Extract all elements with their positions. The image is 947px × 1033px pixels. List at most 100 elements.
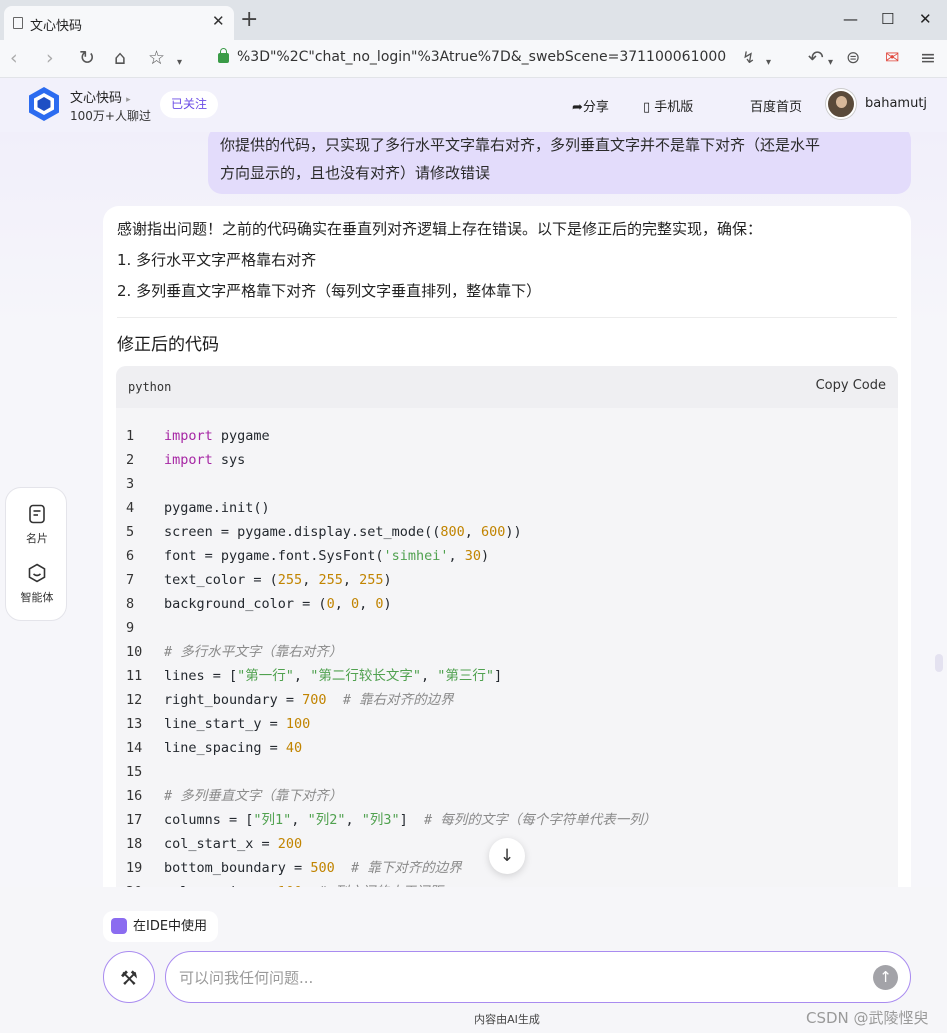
tab-title: 文心快码 [30,19,83,34]
back-icon[interactable]: ‹ [10,47,18,69]
line-number: 18 [126,836,143,852]
card-icon [29,504,45,524]
ai-generated-note: 内容由AI生成 [474,1013,540,1026]
lightning-dropdown-icon[interactable]: ▾ [766,52,771,74]
line-number: 2 [126,452,135,468]
code-text: font = pygame.font.SysFont('simhei', 30) [164,548,490,564]
star-dropdown-icon[interactable]: ▾ [177,52,182,74]
line-number: 7 [126,572,135,588]
star-icon[interactable]: ☆ [148,47,165,69]
user-message-line: 你提供的代码，只实现了多行水平文字靠右对齐，多列垂直文字并不是靠下对齐（还是水平 [220,136,821,154]
line-number: 14 [126,740,143,756]
code-text: bottom_boundary = 500 # 靠下对齐的边界 [164,860,462,876]
scroll-down-button[interactable]: ↓ [489,838,525,874]
browser-toolbar: ‹ › ↻ ⌂ ☆ ▾ %3D"%2C"chat_no_login"%3Atru… [0,40,947,78]
avatar[interactable] [826,89,856,119]
copy-code-button[interactable]: Copy Code [816,378,886,393]
code-text: right_boundary = 700 # 靠右对齐的边界 [164,692,454,708]
line-number: 16 [126,788,143,804]
send-button[interactable]: ↑ [873,965,898,990]
user-message-line: 方向显示的，且也没有对齐）请修改错误 [220,164,491,182]
watermark: CSDN @武陵悭臾 [806,1009,929,1027]
new-tab-button[interactable]: + [240,9,258,31]
code-line: 20 col_spacing = 100 # 列之间的水平间距 [116,880,898,887]
maximize-button[interactable]: ☐ [881,10,894,28]
browser-titlebar: 文心快码 ✕ + — ☐ ✕ [0,0,947,40]
home-icon[interactable]: ⌂ [114,47,126,69]
code-text: import sys [164,452,246,468]
agent-button[interactable]: 智能体 [6,563,68,605]
site-name[interactable]: 文心快码 ▸ [70,87,131,106]
code-block: python Copy Code 1 import pygame 2 import s… [116,366,898,887]
section-title: 修正后的代码 [117,335,219,355]
close-window-button[interactable]: ✕ [919,10,932,28]
code-header: python Copy Code [116,366,898,408]
code-line: 6 font = pygame.font.SysFont('simhei', 30… [116,544,898,568]
code-line: 5 screen = pygame.display.set_mode((800, … [116,520,898,544]
user-message: 你提供的代码，只实现了多行水平文字靠右对齐，多列垂直文字并不是靠下对齐（还是水平… [208,132,911,194]
phone-icon: ▯ [643,100,651,115]
line-number: 15 [126,764,143,780]
chat-area: 你提供的代码，只实现了多行水平文字靠右对齐，多列垂直文字并不是靠下对齐（还是水平… [0,132,947,887]
input-area: 在IDE中使用 ⚒ ↑ 内容由AI生成 CSDN @武陵悭臾 [0,887,947,1033]
agent-label: 智能体 [20,591,54,604]
code-text: # 多列垂直文字（靠下对齐） [164,788,343,804]
brush-icon: ⚒ [120,966,138,990]
code-text: col_spacing = 100 # 列之间的水平间距 [164,880,443,887]
arrow-up-icon: ↑ [879,968,892,986]
reload-icon[interactable]: ↻ [79,47,95,69]
code-line: 9 [116,616,898,640]
minimize-button[interactable]: — [843,10,858,28]
feedback-icon[interactable]: ✉ [885,47,899,69]
ide-label: 在IDE中使用 [133,919,208,934]
menu-icon[interactable]: ≡ [920,47,936,69]
code-line: 13 line_start_y = 100 [116,712,898,736]
baidu-home-link[interactable]: 百度首页 [750,96,802,115]
forward-icon[interactable]: › [46,47,54,69]
undo-icon[interactable]: ↶ [808,47,824,69]
browser-tab[interactable]: 文心快码 ✕ [4,6,234,40]
divider [117,317,897,318]
username[interactable]: bahamutj [865,96,927,111]
wenxin-logo-icon [29,87,59,121]
chat-input-box[interactable]: ↑ [165,951,911,1003]
code-line: 3 [116,472,898,496]
lock-icon [218,48,229,63]
line-number: 8 [126,596,135,612]
use-in-ide-button[interactable]: 在IDE中使用 [103,911,219,942]
tab-close-icon[interactable]: ✕ [212,12,225,30]
mobile-link[interactable]: ▯ 手机版 [643,96,693,115]
share-icon: ➦ [572,100,583,115]
line-number: 4 [126,500,135,516]
code-line: 8 background_color = (0, 0, 0) [116,592,898,616]
lightning-icon[interactable]: ↯ [742,47,755,69]
code-text: import pygame [164,428,270,444]
code-line: 15 [116,760,898,784]
code-line: 2 import sys [116,448,898,472]
side-panel: 名片 智能体 [5,487,67,621]
arrow-down-icon: ↓ [499,846,515,866]
line-number: 11 [126,668,143,684]
extension-icon[interactable]: ⊜ [846,47,860,69]
code-text: line_spacing = 40 [164,740,303,756]
scrollbar-thumb[interactable] [935,654,943,672]
code-line: 4 pygame.init() [116,496,898,520]
card-button[interactable]: 名片 [6,504,68,546]
chat-input[interactable] [179,965,859,991]
site-subtitle: 100万+人聊过 [70,109,151,123]
brush-button[interactable]: ⚒ [103,951,155,1003]
code-line: 10 # 多行水平文字（靠右对齐） [116,640,898,664]
line-number: 12 [126,692,143,708]
follow-button[interactable]: 已关注 [160,91,219,118]
code-text: screen = pygame.display.set_mode((800, 6… [164,524,522,540]
line-number: 19 [126,860,143,876]
address-bar[interactable]: %3D"%2C"chat_no_login"%3Atrue%7D&_swebSc… [237,49,727,65]
code-text: columns = ["列1", "列2", "列3"] # 每列的文字（每个字… [164,812,657,828]
code-text: lines = ["第一行", "第二行较长文字", "第三行"] [164,668,503,684]
agent-icon [28,563,46,583]
answer-list-item: 1. 多行水平文字严格靠右对齐 [117,251,317,269]
share-link[interactable]: ➦分享 [572,96,609,115]
code-text: pygame.init() [164,500,270,516]
line-number: 17 [126,812,143,828]
undo-dropdown-icon[interactable]: ▾ [828,52,833,74]
